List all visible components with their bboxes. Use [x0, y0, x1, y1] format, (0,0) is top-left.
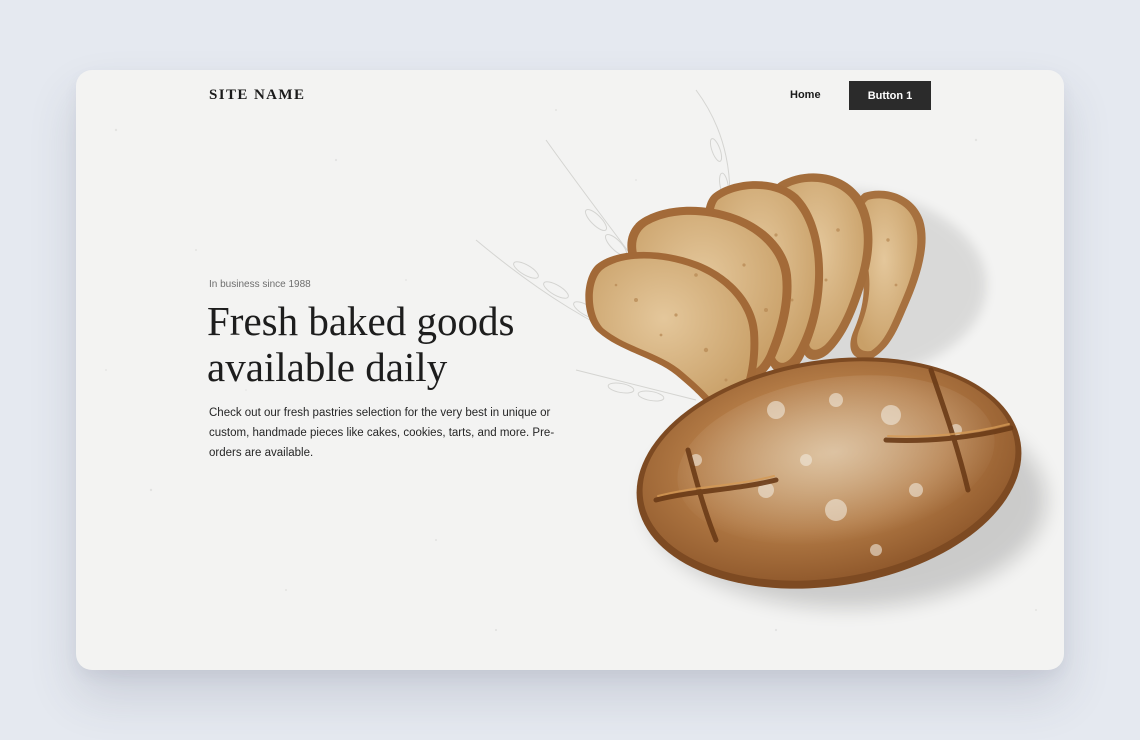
site-name-logo[interactable]: SITE NAME	[209, 87, 305, 104]
hero-description: Check out our fresh pastries selection f…	[209, 407, 555, 459]
eyebrow-text: In business since 1988	[209, 279, 311, 290]
hero-headline: Fresh baked goods available daily	[207, 298, 515, 390]
hero-card: SITE NAME Home Button 1 In business sinc…	[76, 70, 1064, 670]
